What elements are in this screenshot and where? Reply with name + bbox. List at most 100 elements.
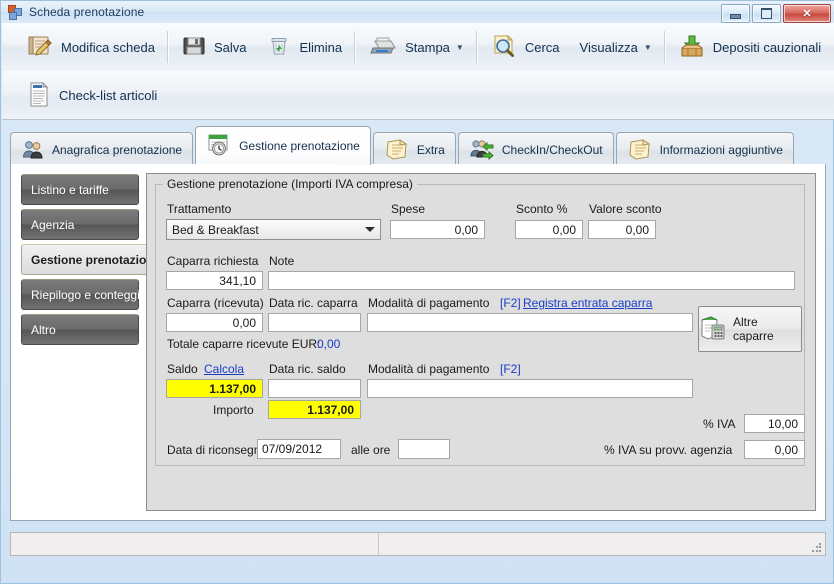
caparra-richiesta-input[interactable]: 341,10 bbox=[166, 271, 263, 290]
importo-label: Importo bbox=[213, 403, 254, 417]
clock-document-icon bbox=[206, 133, 232, 160]
note-input[interactable] bbox=[268, 271, 795, 290]
valore-sconto-label: Valore sconto bbox=[589, 202, 662, 216]
sidebar-item-gestione-prenotazione[interactable]: Gestione prenotazione bbox=[21, 244, 160, 275]
totale-caparre-label: Totale caparre ricevute EUR: bbox=[167, 337, 321, 351]
visualizza-label: Visualizza bbox=[579, 39, 638, 55]
registra-entrata-caparra-link[interactable]: Registra entrata caparra bbox=[523, 296, 652, 310]
deposit-box-icon bbox=[678, 32, 706, 63]
caparra-ricevuta-input[interactable]: 0,00 bbox=[166, 313, 263, 332]
window-title: Scheda prenotazione bbox=[29, 5, 145, 19]
iva-provv-agenzia-input[interactable]: 0,00 bbox=[744, 440, 805, 459]
data-ric-caparra-input[interactable] bbox=[268, 313, 361, 332]
modifica-scheda-button[interactable]: Modifica scheda bbox=[14, 26, 165, 68]
calculator-receipt-icon bbox=[699, 314, 727, 345]
altre-caparre-button[interactable]: Altre caparre bbox=[698, 306, 802, 352]
iva-provv-agenzia-label: % IVA su provv. agenzia bbox=[604, 443, 733, 457]
data-ric-caparra-label: Data ric. caparra bbox=[269, 296, 358, 310]
salva-button[interactable]: Salva bbox=[171, 26, 257, 68]
iva-pct-label: % IVA bbox=[703, 417, 736, 431]
tab-content-panel: Listino e tariffe Agenzia Gestione preno… bbox=[10, 164, 826, 521]
sidebar-item-riepilogo-e-conteggio[interactable]: Riepilogo e conteggio bbox=[21, 279, 146, 310]
spese-input[interactable]: 0,00 bbox=[390, 220, 485, 239]
calcola-link[interactable]: Calcola bbox=[204, 362, 244, 376]
depositi-cauzionali-button[interactable]: Depositi cauzionali bbox=[668, 26, 831, 68]
sidebar-item-listino-e-tariffe[interactable]: Listino e tariffe bbox=[21, 174, 139, 205]
modalita-pagamento-caparra-input[interactable] bbox=[367, 313, 693, 332]
caparra-ricevuta-value: 0,00 bbox=[232, 315, 256, 330]
iva-pct-input[interactable]: 10,00 bbox=[744, 414, 805, 433]
altre-caparre-label: Altre caparre bbox=[733, 315, 774, 343]
toolbar-separator bbox=[475, 31, 478, 63]
tab-anagrafica-prenotazione[interactable]: Anagrafica prenotazione bbox=[10, 132, 194, 167]
close-button[interactable]: ✕ bbox=[783, 4, 831, 23]
data-ric-saldo-input[interactable] bbox=[268, 379, 361, 398]
chevron-down-icon: ▼ bbox=[643, 42, 652, 52]
data-riconsegna-input[interactable]: 07/09/2012 bbox=[257, 439, 341, 459]
f2-hint-caparra: [F2] bbox=[500, 296, 521, 310]
saldo-input[interactable]: 1.137,00 bbox=[166, 379, 263, 398]
alle-ore-input[interactable] bbox=[398, 439, 450, 459]
alle-ore-label: alle ore bbox=[351, 443, 391, 457]
maximize-button[interactable] bbox=[752, 4, 781, 23]
salva-label: Salva bbox=[213, 39, 247, 55]
status-cell-left bbox=[11, 533, 379, 555]
saldo-value: 1.137,00 bbox=[209, 381, 256, 396]
save-floppy-icon bbox=[181, 33, 207, 62]
chevron-down-icon: ▼ bbox=[455, 42, 464, 52]
people-arrows-icon bbox=[469, 138, 495, 163]
sconto-pct-input[interactable]: 0,00 bbox=[515, 220, 583, 239]
sidebar-item-label: Altro bbox=[31, 322, 56, 337]
status-bar bbox=[10, 532, 826, 556]
resize-grip[interactable] bbox=[811, 542, 823, 554]
notes-icon bbox=[384, 138, 410, 163]
visualizza-button[interactable]: Visualizza ▼ bbox=[570, 26, 662, 68]
iva-provv-agenzia-value: 0,00 bbox=[774, 442, 798, 457]
chevron-down-icon bbox=[365, 227, 375, 232]
modalita-pagamento-saldo-label: Modalità di pagamento bbox=[368, 362, 490, 376]
stampa-label: Stampa bbox=[405, 39, 450, 55]
tab-label: Gestione prenotazione bbox=[239, 139, 360, 153]
trattamento-select[interactable]: Bed & Breakfast bbox=[166, 219, 381, 240]
valore-sconto-input[interactable]: 0,00 bbox=[588, 220, 656, 239]
cerca-label: Cerca bbox=[524, 39, 560, 55]
edit-card-icon bbox=[24, 31, 54, 64]
tab-label: CheckIn/CheckOut bbox=[501, 143, 603, 157]
modifica-scheda-label: Modifica scheda bbox=[61, 39, 155, 55]
print-icon bbox=[368, 33, 398, 62]
application-window: Scheda prenotazione ✕ Modifica scheda Sa… bbox=[0, 0, 834, 584]
tab-informazioni-aggiuntive[interactable]: Informazioni aggiuntive bbox=[615, 132, 794, 167]
minimize-button[interactable] bbox=[721, 4, 750, 23]
gestione-prenotazione-panel: Gestione prenotazione (Importi IVA compr… bbox=[146, 173, 816, 511]
stampa-button[interactable]: Stampa ▼ bbox=[358, 26, 474, 68]
tab-extra[interactable]: Extra bbox=[372, 132, 456, 167]
elimina-button[interactable]: Elimina bbox=[256, 26, 352, 68]
secondary-toolbar: Check-list articoli bbox=[2, 71, 834, 120]
sidebar-item-label: Gestione prenotazione bbox=[31, 252, 161, 267]
check-list-articoli-button[interactable]: Check-list articoli bbox=[16, 74, 167, 116]
elimina-label: Elimina bbox=[299, 39, 343, 55]
totale-caparre-value: 0,00 bbox=[317, 337, 341, 351]
tab-gestione-prenotazione[interactable]: Gestione prenotazione bbox=[195, 126, 371, 165]
modalita-pagamento-saldo-input[interactable] bbox=[367, 379, 693, 398]
tab-label: Informazioni aggiuntive bbox=[659, 143, 783, 157]
iva-pct-value: 10,00 bbox=[767, 416, 798, 431]
trattamento-value: Bed & Breakfast bbox=[172, 222, 259, 237]
valore-sconto-value: 0,00 bbox=[625, 222, 649, 237]
caparra-richiesta-label: Caparra richiesta bbox=[167, 254, 259, 268]
tab-label: Anagrafica prenotazione bbox=[52, 143, 183, 157]
sidebar-item-label: Riepilogo e conteggio bbox=[31, 287, 147, 302]
f2-hint-saldo: [F2] bbox=[500, 362, 521, 376]
importo-input[interactable]: 1.137,00 bbox=[268, 400, 361, 419]
primary-toolbar: Modifica scheda Salva Elimina Stampa ▼ C… bbox=[2, 23, 834, 72]
sidebar-item-agenzia[interactable]: Agenzia bbox=[21, 209, 139, 240]
tab-checkin-checkout[interactable]: CheckIn/CheckOut bbox=[457, 132, 614, 167]
note-label: Note bbox=[269, 254, 295, 268]
info-notes-icon bbox=[627, 138, 653, 163]
toolbar-separator bbox=[354, 31, 357, 63]
cerca-button[interactable]: Cerca bbox=[480, 26, 570, 68]
sidebar-item-altro[interactable]: Altro bbox=[21, 314, 139, 345]
title-bar: Scheda prenotazione ✕ bbox=[1, 1, 834, 23]
depositi-cauzionali-label: Depositi cauzionali bbox=[712, 39, 822, 55]
saldo-label: Saldo bbox=[167, 362, 198, 376]
